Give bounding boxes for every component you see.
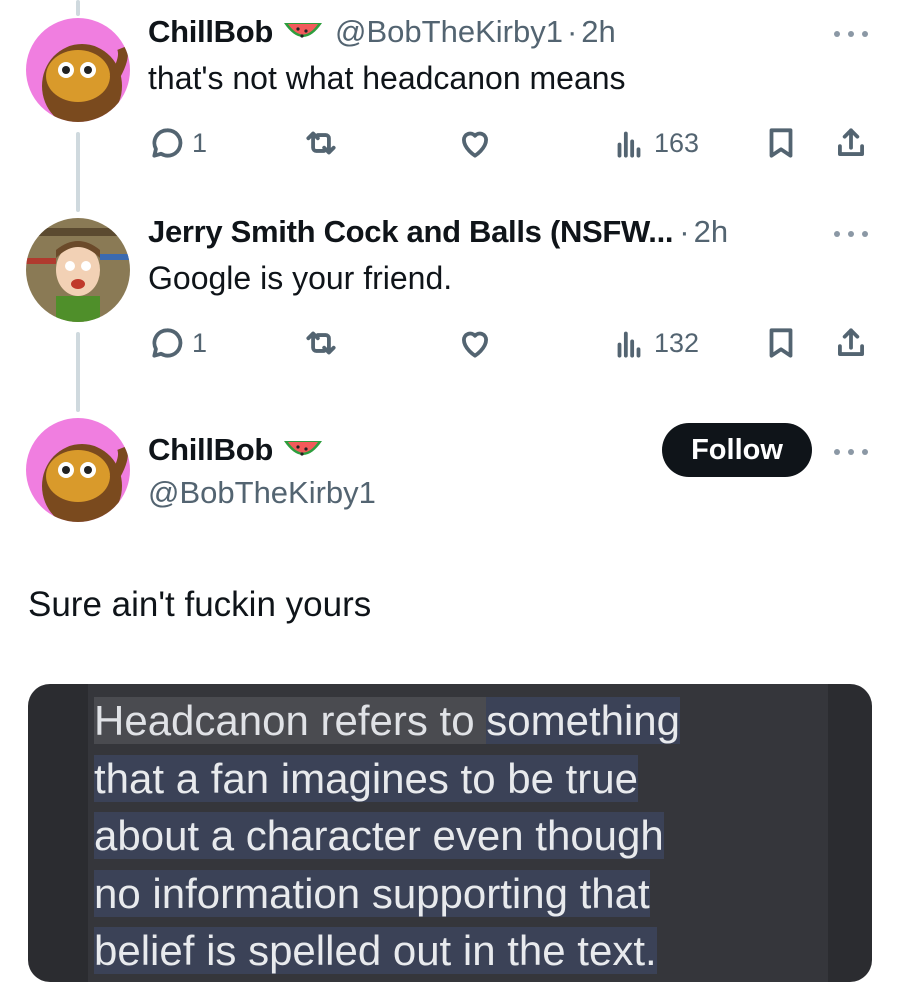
retweet-button[interactable] [302, 320, 340, 366]
bookmark-icon [769, 128, 793, 158]
thread-line [76, 0, 80, 16]
timestamp[interactable]: 2h [694, 214, 728, 250]
views-button[interactable]: 163 [610, 120, 699, 166]
heart-icon [462, 331, 488, 358]
views-icon [617, 331, 641, 358]
display-name[interactable]: ChillBob [148, 432, 273, 468]
share-button[interactable] [832, 120, 870, 166]
like-button[interactable] [456, 120, 494, 166]
views-icon [617, 131, 641, 158]
action-bar: 1 132 [148, 320, 870, 366]
tweet-text: Sure ain't fuckin yours [28, 585, 372, 624]
separator: · [566, 14, 578, 49]
share-button[interactable] [832, 320, 870, 366]
follow-button[interactable]: Follow [662, 423, 812, 477]
reply-button[interactable]: 1 [148, 120, 207, 166]
more-options-icon[interactable] [834, 28, 868, 40]
reply-author-row: Jerry Smith Cock and Balls (NSFW... · 2h [148, 214, 728, 250]
reply-count: 1 [192, 127, 208, 158]
retweet-icon [306, 131, 336, 155]
tweet-text: that's not what headcanon means [148, 60, 626, 96]
avatar[interactable] [26, 18, 130, 122]
action-bar: 1 163 [148, 120, 870, 166]
avatar[interactable] [26, 218, 130, 322]
watermelon-icon [281, 17, 325, 47]
share-icon [838, 128, 864, 156]
like-button[interactable] [456, 320, 494, 366]
timestamp[interactable]: 2h [581, 14, 615, 50]
reply-button[interactable]: 1 [148, 320, 207, 366]
image-text-line: belief is spelled out in the text. [94, 927, 657, 974]
separator: · [679, 214, 690, 249]
reply-icon [152, 128, 183, 158]
display-name[interactable]: ChillBob [148, 14, 273, 50]
bookmark-button[interactable] [762, 120, 800, 166]
more-options-icon[interactable] [834, 446, 868, 458]
avatar[interactable] [26, 418, 130, 522]
reply-icon [152, 328, 183, 358]
bookmark-icon [769, 328, 793, 358]
image-text-line: Headcanon refers to something [94, 697, 681, 744]
image-text-line: about a character even though [94, 812, 664, 859]
reply-author-row: ChillBob @BobTheKirby1 · 2h [148, 14, 616, 50]
heart-icon [462, 131, 488, 158]
display-name[interactable]: Jerry Smith Cock and Balls (NSFW... [148, 214, 674, 250]
attached-image[interactable]: Headcanon refers to something that a fan… [28, 684, 872, 982]
thread-line [76, 332, 80, 412]
retweet-button[interactable] [302, 120, 340, 166]
image-text-line: that a fan imagines to be true [94, 754, 639, 802]
view-count: 163 [654, 127, 700, 158]
watermelon-icon [281, 435, 325, 465]
bookmark-button[interactable] [762, 320, 800, 366]
reply-count: 1 [192, 327, 208, 358]
thread-line [76, 132, 80, 212]
image-text: Headcanon refers to something that a fan… [94, 692, 681, 980]
handle[interactable]: @BobTheKirby1 [335, 14, 563, 50]
image-text-line: no information supporting that [94, 869, 650, 917]
tweet-text: Google is your friend. [148, 260, 453, 296]
share-icon [838, 328, 864, 356]
retweet-icon [306, 331, 336, 355]
main-author-row: ChillBob [148, 432, 325, 468]
more-options-icon[interactable] [834, 228, 868, 240]
view-count: 132 [654, 327, 700, 358]
handle[interactable]: @BobTheKirby1 [148, 475, 376, 511]
views-button[interactable]: 132 [610, 320, 699, 366]
